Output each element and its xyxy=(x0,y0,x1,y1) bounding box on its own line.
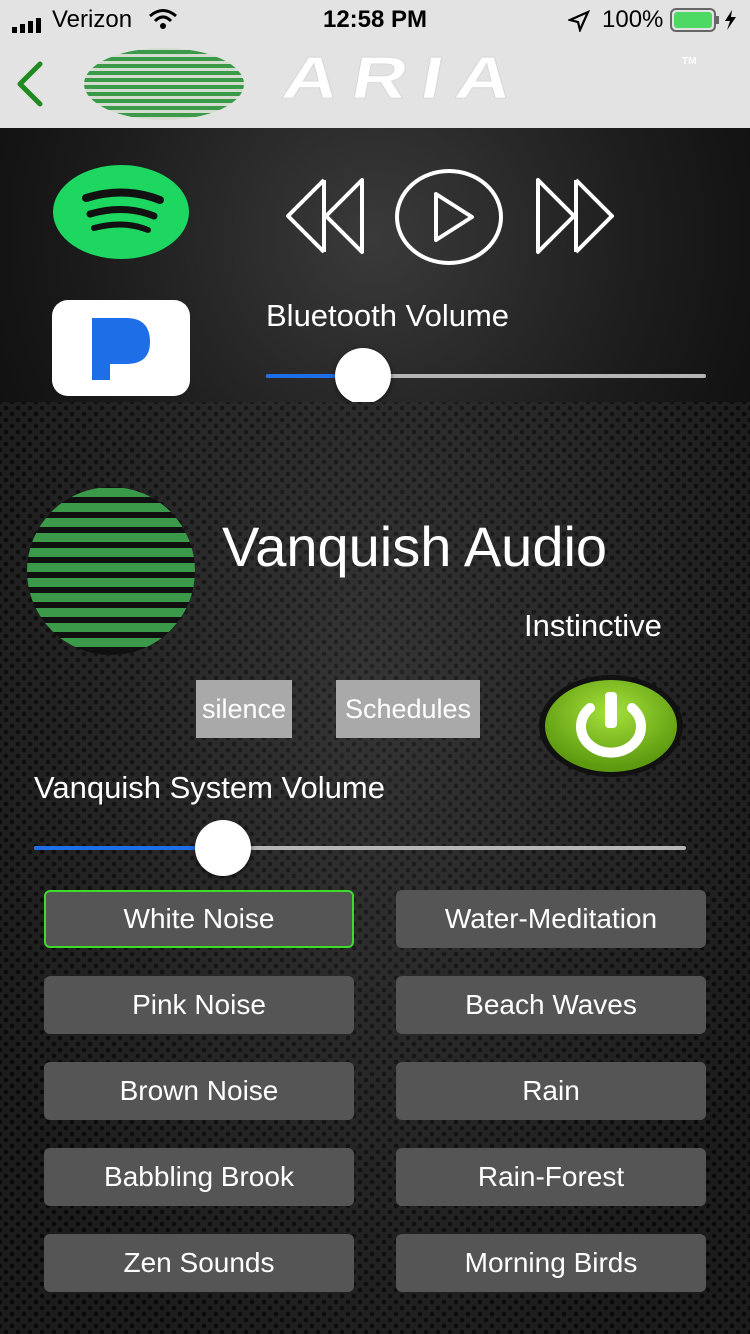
play-button[interactable] xyxy=(394,168,504,271)
bluetooth-volume-thumb[interactable] xyxy=(334,348,391,404)
pandora-button[interactable] xyxy=(52,300,190,396)
pandora-icon xyxy=(92,318,150,380)
system-volume-slider[interactable] xyxy=(34,820,686,876)
device-name: Vanquish Audio xyxy=(222,515,608,578)
sound-button-beach-waves[interactable]: Beach Waves xyxy=(396,976,706,1034)
header-logo-icon xyxy=(84,48,244,125)
battery-icon xyxy=(670,8,740,39)
sound-button-babbling-brook[interactable]: Babbling Brook xyxy=(44,1148,354,1206)
trademark-mark: TM xyxy=(682,56,697,67)
sound-button-rain-forest[interactable]: Rain-Forest xyxy=(396,1148,706,1206)
media-panel: Bluetooth Volume xyxy=(0,128,750,404)
back-button[interactable] xyxy=(10,58,50,110)
schedules-button[interactable]: Schedules xyxy=(336,680,480,738)
device-panel: Vanquish Audio Instinctive silence Sched… xyxy=(0,402,750,1334)
sound-button-rain[interactable]: Rain xyxy=(396,1062,706,1120)
battery-percent: 100% xyxy=(602,6,664,33)
sound-button-white-noise[interactable]: White Noise xyxy=(44,890,354,948)
app-header: ARIA TM xyxy=(0,40,750,128)
device-mode-label: Instinctive xyxy=(524,608,662,643)
vanquish-logo-icon xyxy=(26,486,196,661)
sound-button-morning-birds[interactable]: Morning Birds xyxy=(396,1234,706,1292)
sound-button-brown-noise[interactable]: Brown Noise xyxy=(44,1062,354,1120)
fast-forward-icon xyxy=(536,178,614,254)
system-volume-label: Vanquish System Volume xyxy=(34,770,385,805)
spotify-icon xyxy=(53,165,189,259)
location-icon xyxy=(566,9,591,39)
rewind-button[interactable] xyxy=(284,174,366,263)
spotify-button[interactable] xyxy=(52,164,190,265)
fast-forward-button[interactable] xyxy=(534,174,616,263)
status-bar: Verizon 12:58 PM 100% xyxy=(0,0,750,40)
power-icon xyxy=(539,675,683,777)
chevron-left-icon xyxy=(17,61,43,107)
system-volume-thumb[interactable] xyxy=(195,820,252,876)
power-button[interactable] xyxy=(536,672,686,785)
play-icon xyxy=(395,169,503,265)
brand-wordmark: ARIA TM xyxy=(277,44,712,126)
rewind-icon xyxy=(286,178,364,254)
brand-text: ARIA xyxy=(277,44,532,112)
bluetooth-volume-label: Bluetooth Volume xyxy=(266,298,510,333)
sound-button-pink-noise[interactable]: Pink Noise xyxy=(44,976,354,1034)
sound-button-water-meditation[interactable]: Water-Meditation xyxy=(396,890,706,948)
sound-button-zen-sounds[interactable]: Zen Sounds xyxy=(44,1234,354,1292)
silence-button[interactable]: silence xyxy=(196,680,292,738)
bluetooth-volume-slider[interactable] xyxy=(266,348,706,404)
